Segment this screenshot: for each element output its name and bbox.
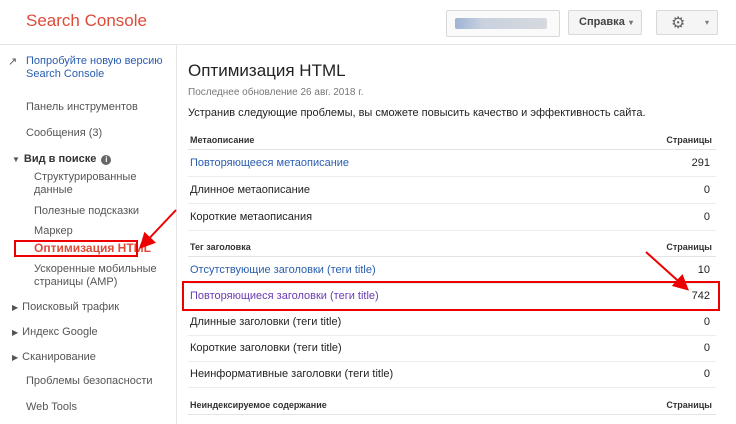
issue-label: Короткие метаописания bbox=[190, 211, 313, 223]
settings-button[interactable]: ⚙ ▾ bbox=[656, 10, 718, 35]
help-label: Справка bbox=[579, 16, 625, 28]
triangle-right-icon: ▶ bbox=[12, 353, 19, 362]
sidebar-item-rich-cards[interactable]: Полезные подсказки bbox=[34, 205, 139, 218]
pages-count: 10 bbox=[697, 264, 710, 276]
pages-count: 0 bbox=[703, 368, 710, 380]
page-title: Оптимизация HTML bbox=[188, 61, 346, 80]
sidebar-item-search-traffic[interactable]: ▶ Поисковый трафик bbox=[12, 301, 119, 314]
section-title: Тег заголовка bbox=[190, 242, 251, 252]
sidebar-item-google-index[interactable]: ▶ Индекс Google bbox=[12, 326, 98, 339]
table-row: Длинные заголовки (теги title) 0 bbox=[188, 309, 716, 336]
section-header: Метаописание Страницы bbox=[188, 131, 716, 150]
triangle-right-icon: ▶ bbox=[12, 303, 19, 312]
pages-count: 0 bbox=[703, 342, 710, 354]
sidebar-item-search-appearance[interactable]: ▼ Вид в поиске i bbox=[12, 153, 112, 166]
pages-count: 0 bbox=[703, 184, 710, 196]
chevron-down-icon: ▾ bbox=[628, 18, 633, 27]
intro-text: Устранив следующие проблемы, вы сможете … bbox=[188, 107, 646, 119]
triangle-right-icon: ▶ bbox=[12, 328, 19, 337]
sidebar: ↗ Попробуйте новую версию Search Console… bbox=[0, 45, 177, 424]
section-title: Неиндексируемое содержание bbox=[190, 400, 327, 410]
column-header-pages: Страницы bbox=[666, 242, 712, 252]
triangle-down-icon: ▼ bbox=[12, 155, 20, 164]
section-header: Неиндексируемое содержание Страницы bbox=[188, 396, 716, 415]
sidebar-item-security-issues[interactable]: Проблемы безопасности bbox=[26, 375, 153, 388]
pages-count: 0 bbox=[703, 316, 710, 328]
table-row: Короткие метаописания 0 bbox=[188, 204, 716, 231]
sidebar-item-amp[interactable]: Ускоренные мобильные страницы (AMP) bbox=[34, 263, 164, 289]
last-updated: Последнее обновление 26 авг. 2018 г. bbox=[188, 87, 364, 98]
account-name-blurred bbox=[455, 18, 547, 29]
sidebar-item-messages[interactable]: Сообщения (3) bbox=[26, 127, 102, 140]
section-title: Метаописание bbox=[190, 135, 255, 145]
sidebar-item-dashboard[interactable]: Панель инструментов bbox=[26, 101, 138, 114]
sidebar-item-web-tools[interactable]: Web Tools bbox=[26, 401, 77, 414]
app-logo[interactable]: Search Console bbox=[26, 11, 147, 31]
sidebar-item-label: Вид в поиске bbox=[23, 153, 97, 165]
column-header-pages: Страницы bbox=[666, 135, 712, 145]
table-row: Длинное метаописание 0 bbox=[188, 177, 716, 204]
sidebar-item-structured-data[interactable]: Структурированные данные bbox=[34, 171, 164, 197]
issue-link[interactable]: Повторяющееся метаописание bbox=[190, 157, 349, 169]
gear-icon: ⚙ bbox=[671, 15, 686, 32]
info-icon[interactable]: i bbox=[101, 155, 112, 165]
promo-new-version-link[interactable]: Попробуйте новую версию Search Console bbox=[26, 55, 166, 81]
annotation-highlight-box bbox=[14, 240, 138, 257]
sidebar-item-highlighter[interactable]: Маркер bbox=[34, 225, 73, 238]
issue-label: Короткие заголовки (теги title) bbox=[190, 342, 342, 354]
table-row: Повторяющееся метаописание 291 bbox=[188, 150, 716, 177]
issue-label: Неинформативные заголовки (теги title) bbox=[190, 368, 394, 380]
sidebar-item-label: Сканирование bbox=[22, 351, 96, 363]
sidebar-item-crawl[interactable]: ▶ Сканирование bbox=[12, 351, 96, 364]
section-header: Тег заголовка Страницы bbox=[188, 238, 716, 257]
account-selector[interactable] bbox=[446, 10, 560, 37]
issue-label: Длинное метаописание bbox=[190, 184, 310, 196]
pages-count: 0 bbox=[703, 211, 710, 223]
chevron-down-icon: ▾ bbox=[704, 18, 709, 27]
table-row: Отсутствующие заголовки (теги title) 10 bbox=[188, 257, 716, 284]
pages-count: 291 bbox=[691, 157, 710, 169]
sidebar-item-label: Индекс Google bbox=[22, 326, 98, 338]
annotation-highlight-box bbox=[182, 281, 720, 311]
issue-link[interactable]: Отсутствующие заголовки (теги title) bbox=[190, 264, 376, 276]
column-header-pages: Страницы bbox=[666, 400, 712, 410]
top-bar: Search Console Справка ▾ ⚙ ▾ bbox=[0, 0, 736, 45]
sidebar-item-label: Поисковый трафик bbox=[22, 301, 120, 313]
table-row: Короткие заголовки (теги title) 0 bbox=[188, 335, 716, 362]
issue-label: Длинные заголовки (теги title) bbox=[190, 316, 342, 328]
help-button[interactable]: Справка ▾ bbox=[568, 10, 642, 35]
external-link-icon: ↗ bbox=[8, 56, 18, 68]
table-row: Неинформативные заголовки (теги title) 0 bbox=[188, 361, 716, 388]
